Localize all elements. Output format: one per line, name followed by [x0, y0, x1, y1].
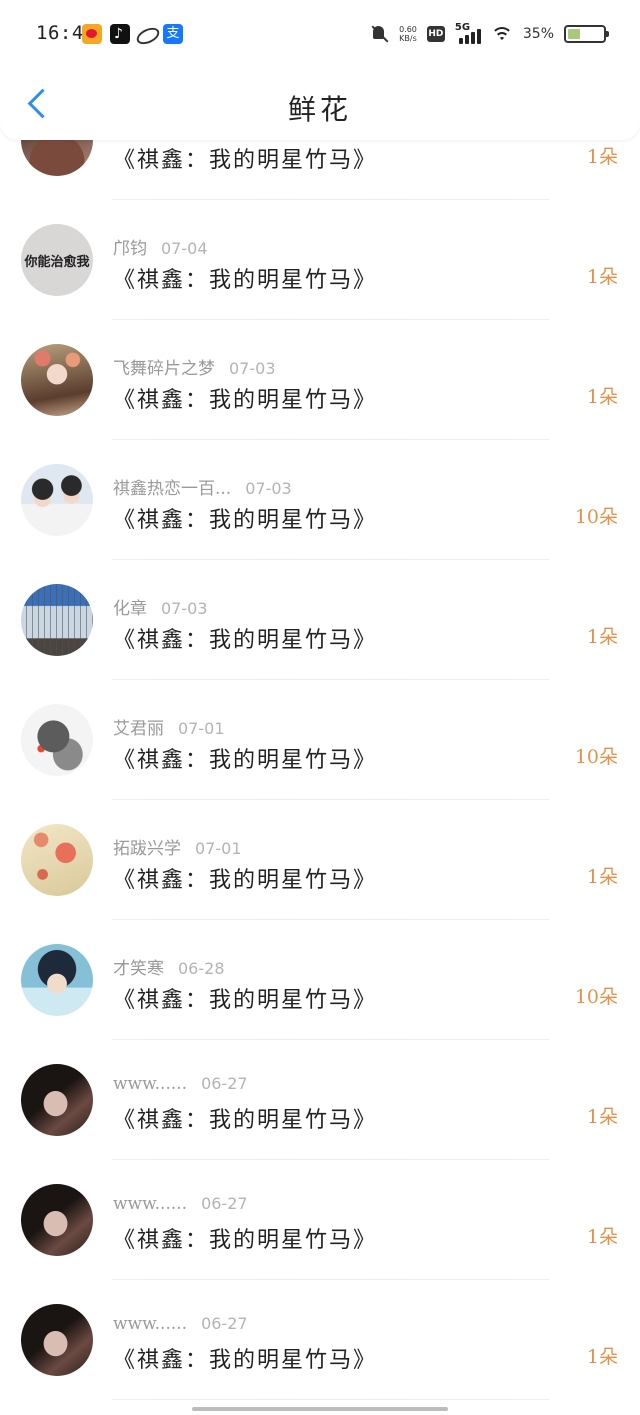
sender-meta: www...... 06-27: [113, 1074, 248, 1094]
list-item[interactable]: 才笑寒 06-28 《祺鑫：我的明星竹马》 10朵: [0, 920, 640, 1040]
gift-date: 07-04: [161, 239, 208, 258]
gift-date: 07-03: [161, 599, 208, 618]
sender-meta: 才笑寒 06-28: [113, 954, 225, 979]
list-item[interactable]: www...... 06-27 《祺鑫：我的明星竹马》 1朵: [0, 1160, 640, 1280]
gift-date: 07-01: [178, 719, 225, 738]
top-nav-bar: 鲜花: [0, 70, 640, 140]
hd-badge: HD: [426, 26, 445, 42]
mute-bell-icon: [369, 24, 389, 44]
flower-gift-list: 《祺鑫：我的明星竹马》 1朵 你能治愈我 邝钧 07-04 《祺鑫：我的明星竹马》 1朵 飞舞…: [0, 80, 640, 1400]
page-title: 鲜花: [287, 93, 352, 126]
sender-meta: 飞舞碎片之梦 07-03: [113, 354, 276, 379]
sender-name[interactable]: 艾君丽: [113, 719, 164, 739]
battery-percent: 35%: [522, 26, 554, 42]
book-title[interactable]: 《祺鑫：我的明星竹马》: [113, 382, 377, 414]
list-item[interactable]: 祺鑫热恋一百... 07-03 《祺鑫：我的明星竹马》 10朵: [0, 440, 640, 560]
sender-name[interactable]: 邝钧: [113, 239, 147, 259]
book-title[interactable]: 《祺鑫：我的明星竹马》: [113, 1342, 377, 1374]
flower-count: 1朵: [586, 866, 618, 888]
flower-count: 1朵: [586, 1346, 618, 1368]
status-right-group: 0.60 KB/s HD 5G 35%: [369, 22, 609, 46]
list-item[interactable]: 你能治愈我 邝钧 07-04 《祺鑫：我的明星竹马》 1朵: [0, 200, 640, 320]
book-title[interactable]: 《祺鑫：我的明星竹马》: [113, 1222, 377, 1254]
list-item[interactable]: 艾君丽 07-01 《祺鑫：我的明星竹马》 10朵: [0, 680, 640, 800]
status-bar: 16:41 支 0.60 KB/s HD 5G 35%: [0, 0, 640, 70]
gift-date: 06-27: [201, 1074, 248, 1093]
book-title[interactable]: 《祺鑫：我的明星竹马》: [113, 862, 377, 894]
cellular-signal-icon: 5G: [454, 22, 481, 44]
sender-meta: www...... 06-27: [113, 1314, 248, 1334]
tiktok-icon: [110, 24, 130, 44]
book-title[interactable]: 《祺鑫：我的明星竹马》: [113, 1102, 377, 1134]
book-title[interactable]: 《祺鑫：我的明星竹马》: [113, 262, 377, 294]
battery-level: [568, 29, 580, 39]
network-type: 5G: [454, 22, 471, 33]
sender-meta: 邝钧 07-04: [113, 234, 208, 259]
battery-icon: [564, 25, 609, 43]
book-title[interactable]: 《祺鑫：我的明星竹马》: [113, 142, 377, 174]
flower-count: 1朵: [586, 1226, 618, 1248]
book-title[interactable]: 《祺鑫：我的明星竹马》: [113, 502, 377, 534]
gift-date: 07-03: [245, 479, 292, 498]
sender-name[interactable]: 才笑寒: [113, 959, 164, 979]
book-title[interactable]: 《祺鑫：我的明星竹马》: [113, 622, 377, 654]
avatar[interactable]: [21, 344, 93, 416]
sender-meta: 拓跋兴学 07-01: [113, 834, 242, 859]
sender-name[interactable]: 化章: [113, 599, 147, 619]
alipay-icon: 支: [163, 24, 183, 44]
sender-meta: www...... 06-27: [113, 1194, 248, 1214]
sender-name[interactable]: 飞舞碎片之梦: [113, 359, 215, 379]
avatar[interactable]: 你能治愈我: [21, 224, 93, 296]
sender-meta: 化章 07-03: [113, 594, 208, 619]
avatar[interactable]: [21, 704, 93, 776]
sender-name[interactable]: 祺鑫热恋一百...: [113, 479, 231, 499]
list-item[interactable]: www...... 06-27 《祺鑫：我的明星竹马》 1朵: [0, 1040, 640, 1160]
avatar[interactable]: [21, 464, 93, 536]
network-speed: 0.60 KB/s: [399, 25, 417, 43]
flower-count: 10朵: [574, 746, 618, 768]
network-speed-value: 0.60: [399, 25, 417, 34]
gift-date: 06-27: [201, 1194, 248, 1213]
network-speed-unit: KB/s: [399, 34, 417, 43]
flower-count: 1朵: [586, 146, 618, 168]
book-title[interactable]: 《祺鑫：我的明星竹马》: [113, 982, 377, 1014]
avatar[interactable]: [21, 1184, 93, 1256]
flowers-screen: 《祺鑫：我的明星竹马》 1朵 你能治愈我 邝钧 07-04 《祺鑫：我的明星竹马》 1朵 飞舞…: [0, 0, 640, 1415]
avatar[interactable]: [21, 944, 93, 1016]
flower-count: 1朵: [586, 386, 618, 408]
avatar[interactable]: [21, 584, 93, 656]
sender-name[interactable]: 拓跋兴学: [113, 839, 181, 859]
avatar[interactable]: [21, 824, 93, 896]
avatar[interactable]: [21, 1304, 93, 1376]
weibo-icon: [82, 24, 102, 44]
wifi-icon: [490, 25, 513, 43]
flower-count: 1朵: [586, 266, 618, 288]
avatar-text: 你能治愈我: [24, 254, 90, 270]
gift-date: 06-27: [201, 1314, 248, 1333]
list-item[interactable]: www...... 06-27 《祺鑫：我的明星竹马》 1朵: [0, 1280, 640, 1400]
flower-count: 10朵: [574, 986, 618, 1008]
list-item[interactable]: 化章 07-03 《祺鑫：我的明星竹马》 1朵: [0, 560, 640, 680]
sender-meta: 艾君丽 07-01: [113, 714, 225, 739]
oval-app-icon: [136, 24, 156, 44]
avatar[interactable]: [21, 1064, 93, 1136]
list-item[interactable]: 飞舞碎片之梦 07-03 《祺鑫：我的明星竹马》 1朵: [0, 320, 640, 440]
flower-count: 1朵: [586, 1106, 618, 1128]
book-title[interactable]: 《祺鑫：我的明星竹马》: [113, 742, 377, 774]
gift-date: 07-01: [195, 839, 242, 858]
sender-name[interactable]: www......: [113, 1314, 187, 1334]
flower-count: 10朵: [574, 506, 618, 528]
sender-name[interactable]: www......: [113, 1074, 187, 1094]
sender-meta: 祺鑫热恋一百... 07-03: [113, 474, 292, 499]
flower-count: 1朵: [586, 626, 618, 648]
list-item[interactable]: 拓跋兴学 07-01 《祺鑫：我的明星竹马》 1朵: [0, 800, 640, 920]
gift-date: 06-28: [178, 959, 225, 978]
home-indicator[interactable]: [192, 1407, 448, 1411]
sender-name[interactable]: www......: [113, 1194, 187, 1214]
gift-date: 07-03: [229, 359, 276, 378]
